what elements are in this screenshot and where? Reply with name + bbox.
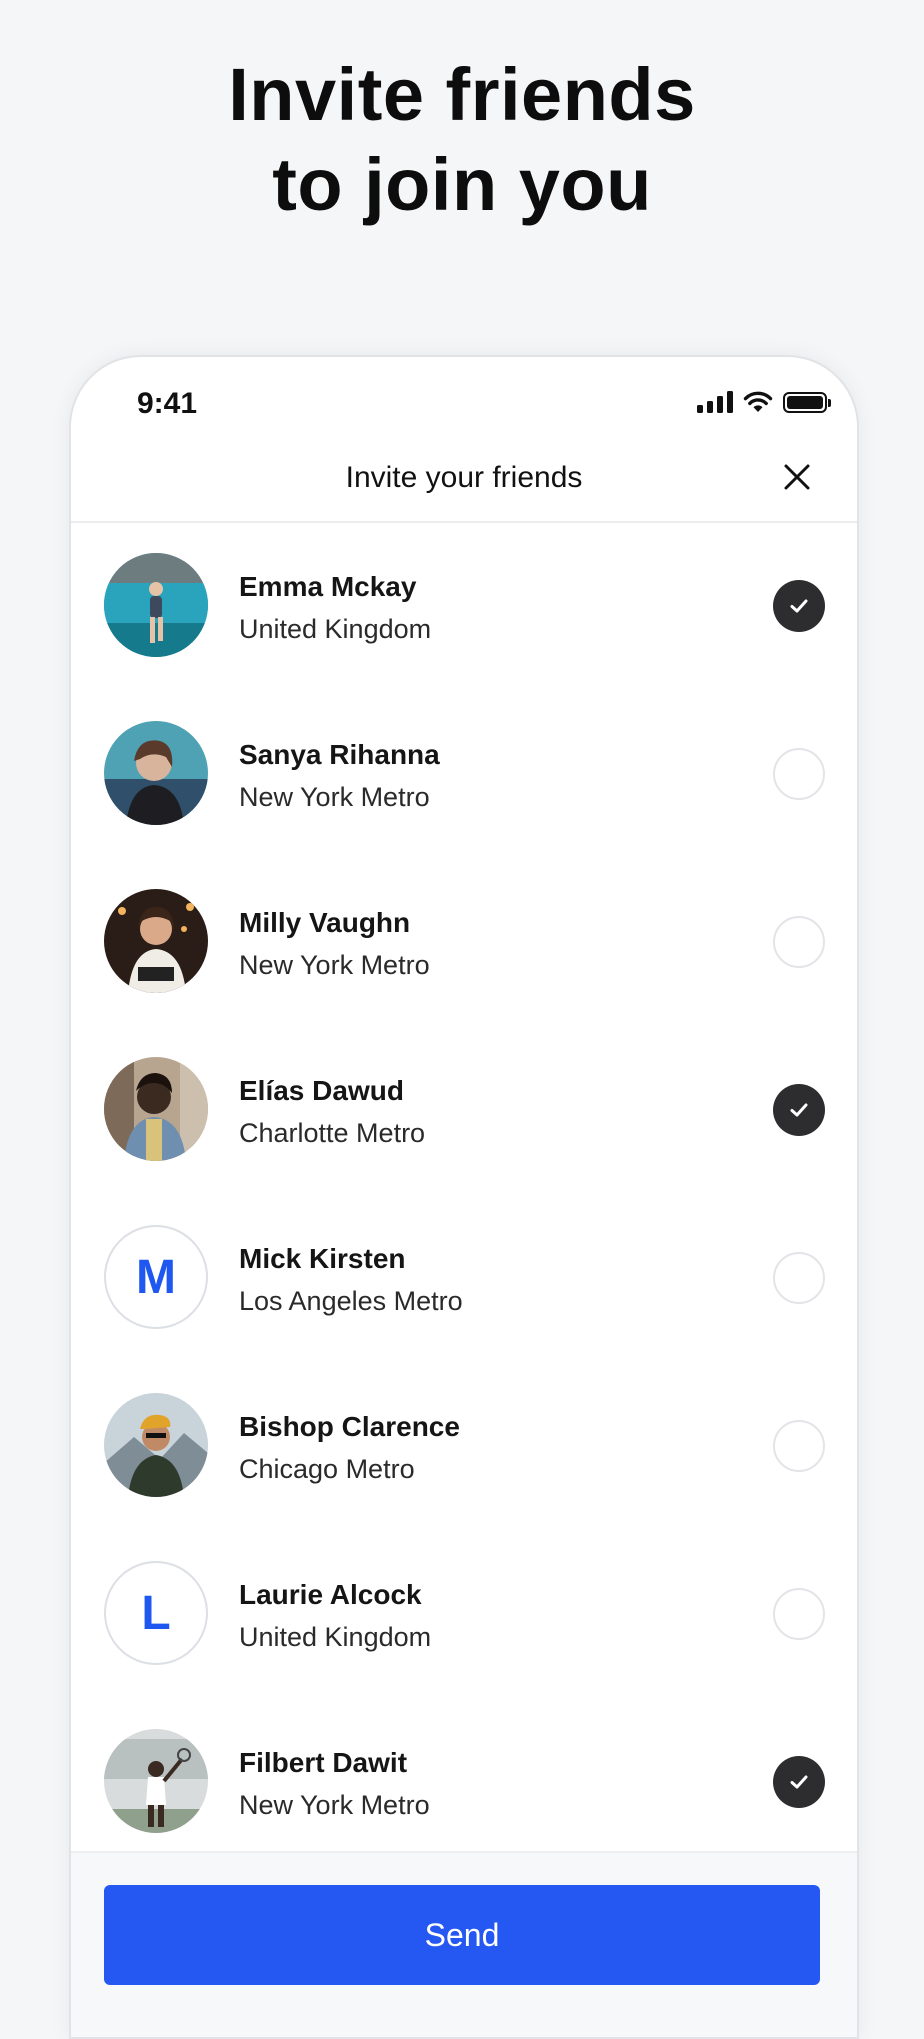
hero-title-line-1: Invite friends (228, 53, 696, 136)
avatar (104, 721, 208, 825)
checkmark-icon (790, 599, 808, 613)
status-icons (697, 391, 831, 413)
unselected-checkbox[interactable] (773, 748, 825, 800)
battery-icon (783, 391, 831, 413)
unselected-checkbox[interactable] (773, 1252, 825, 1304)
avatar-initial: L (104, 1561, 208, 1665)
avatar (104, 1729, 208, 1833)
avatar (104, 889, 208, 993)
unselected-checkbox[interactable] (773, 1588, 825, 1640)
friend-location: United Kingdom (239, 614, 432, 644)
avatar-initial: M (104, 1225, 208, 1329)
avatar (104, 1393, 208, 1497)
friend-row[interactable]: M Mick Kirsten Los Angeles Metro (71, 1195, 857, 1363)
friend-row[interactable]: Emma Mckay United Kingdom (71, 523, 857, 691)
unselected-checkbox[interactable] (773, 1420, 825, 1472)
phone-frame: 9:41 Invite your friends Emma Mckay Unit… (69, 355, 859, 2039)
friend-list: Emma Mckay United Kingdom Sanya Rihanna … (71, 523, 857, 1867)
status-bar: 9:41 (71, 357, 857, 457)
friend-name: Milly Vaughn (239, 907, 411, 938)
cellular-signal-icon (697, 391, 733, 413)
friend-name: Laurie Alcock (239, 1579, 422, 1610)
checkmark-icon (790, 1103, 808, 1117)
friend-name: Elías Dawud (239, 1075, 404, 1106)
header-title: Invite your friends (345, 461, 583, 494)
friend-name: Emma Mckay (239, 571, 417, 602)
friend-name: Bishop Clarence (239, 1411, 460, 1442)
friend-location: Chicago Metro (239, 1454, 415, 1484)
friend-location: Charlotte Metro (239, 1118, 426, 1148)
modal-header: Invite your friends (71, 457, 857, 523)
friend-name: Sanya Rihanna (239, 739, 440, 770)
hero-title: Invite friends to join you (0, 50, 924, 230)
friend-row[interactable]: L Laurie Alcock United Kingdom (71, 1531, 857, 1699)
avatar (104, 1057, 208, 1161)
bottom-bar: Send (71, 1851, 857, 2037)
friend-location: New York Metro (239, 1790, 430, 1820)
friend-location: New York Metro (239, 950, 430, 980)
close-icon (784, 464, 810, 490)
friend-row[interactable]: Milly Vaughn New York Metro (71, 859, 857, 1027)
hero-title-line-2: to join you (272, 143, 652, 226)
friend-row[interactable]: Filbert Dawit New York Metro (71, 1699, 857, 1867)
unselected-checkbox[interactable] (773, 916, 825, 968)
friend-location: United Kingdom (239, 1622, 432, 1652)
friend-row[interactable]: Elías Dawud Charlotte Metro (71, 1027, 857, 1195)
avatar (104, 553, 208, 657)
wifi-icon (743, 391, 773, 412)
selected-checkbox[interactable] (773, 580, 825, 632)
friend-location: Los Angeles Metro (239, 1286, 463, 1316)
friend-row[interactable]: Bishop Clarence Chicago Metro (71, 1363, 857, 1531)
checkmark-icon (790, 1775, 808, 1789)
friend-row[interactable]: Sanya Rihanna New York Metro (71, 691, 857, 859)
friend-name: Mick Kirsten (239, 1243, 406, 1274)
selected-checkbox[interactable] (773, 1756, 825, 1808)
selected-checkbox[interactable] (773, 1084, 825, 1136)
status-time: 9:41 (137, 387, 198, 420)
close-button[interactable] (777, 457, 817, 497)
friend-name: Filbert Dawit (239, 1747, 408, 1778)
friend-location: New York Metro (239, 782, 430, 812)
send-button[interactable]: Send (104, 1885, 820, 1985)
